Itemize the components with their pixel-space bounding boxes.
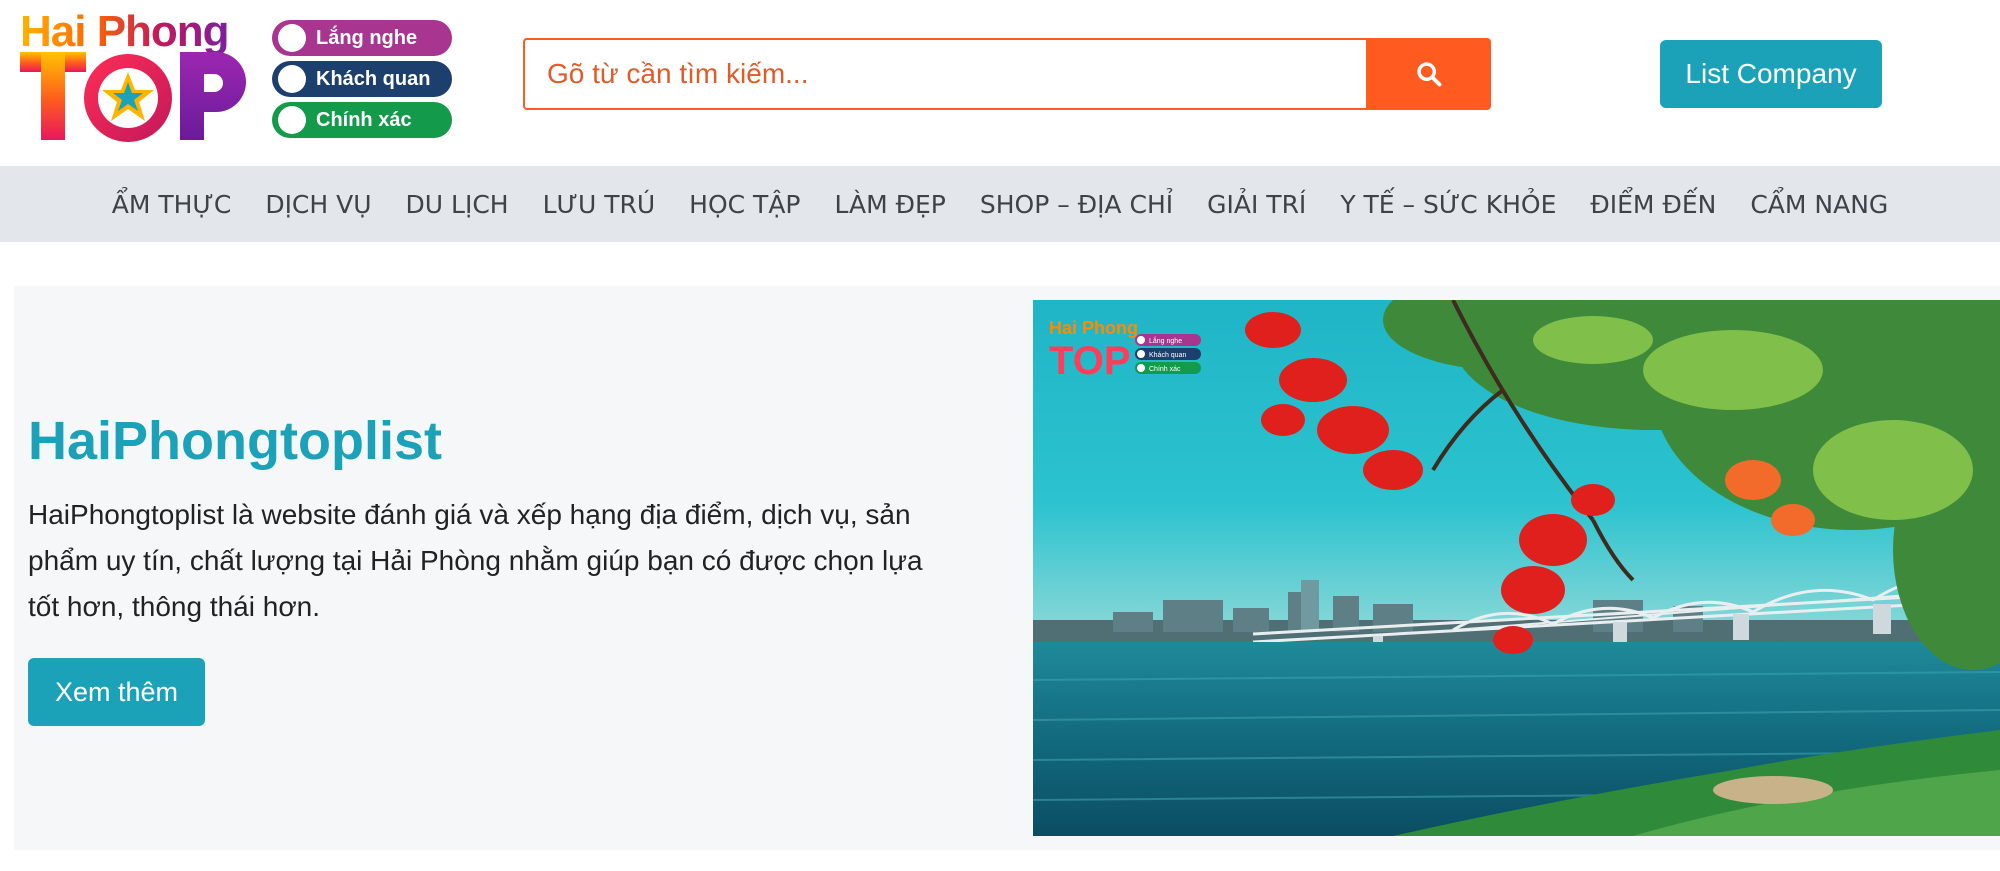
site-header: Hai Phong Lắng nghe Khách quan Chính xác… bbox=[0, 0, 2000, 166]
nav-item-lam-dep[interactable]: LÀM ĐẸP bbox=[835, 190, 946, 219]
logo-pills: Lắng nghe Khách quan Chính xác bbox=[272, 20, 452, 143]
list-company-button[interactable]: List Company bbox=[1660, 40, 1882, 108]
nav-item-y-te-suc-khoe[interactable]: Y TẾ – SỨC KHỎE bbox=[1340, 190, 1556, 219]
search-bar bbox=[523, 38, 1491, 110]
hero-description: HaiPhongtoplist là website đánh giá và x… bbox=[28, 499, 923, 622]
logo-pill: Chính xác bbox=[272, 102, 452, 138]
image-watermark-logo: Hai Phong TOP Lắng nghe Khách quan Chính… bbox=[1049, 314, 1209, 387]
svg-text:Hai Phong: Hai Phong bbox=[1049, 318, 1138, 338]
svg-text:Lắng nghe: Lắng nghe bbox=[1149, 336, 1182, 345]
svg-text:Chính xác: Chính xác bbox=[1149, 366, 1181, 373]
logo-pill: Khách quan bbox=[272, 61, 452, 97]
read-more-button[interactable]: Xem thêm bbox=[28, 658, 205, 726]
search-input[interactable] bbox=[523, 38, 1366, 110]
nav-item-dich-vu[interactable]: DỊCH VỤ bbox=[265, 190, 371, 219]
nav-item-du-lich[interactable]: DU LỊCH bbox=[406, 190, 509, 219]
nav-item-diem-den[interactable]: ĐIỂM ĐẾN bbox=[1590, 190, 1716, 219]
hero-section: HaiPhongtoplist HaiPhongtoplist là websi… bbox=[14, 286, 2000, 850]
main-nav: ẨM THỰC DỊCH VỤ DU LỊCH LƯU TRÚ HỌC TẬP … bbox=[0, 166, 2000, 242]
hero-image: Hai Phong TOP Lắng nghe Khách quan Chính… bbox=[1033, 300, 2000, 836]
search-icon bbox=[1416, 62, 1441, 87]
svg-text:Khách quan: Khách quan bbox=[1149, 352, 1186, 359]
logo-pill: Lắng nghe bbox=[272, 20, 452, 56]
nav-item-luu-tru[interactable]: LƯU TRÚ bbox=[543, 190, 656, 219]
logo-top-mark bbox=[20, 52, 246, 142]
search-button[interactable] bbox=[1366, 38, 1491, 110]
nav-item-shop-dia-chi[interactable]: SHOP – ĐỊA CHỈ bbox=[980, 190, 1173, 219]
nav-item-giai-tri[interactable]: GIẢI TRÍ bbox=[1207, 190, 1306, 219]
hero-title: HaiPhongtoplist bbox=[28, 411, 442, 471]
nav-item-am-thuc[interactable]: ẨM THỰC bbox=[112, 190, 232, 219]
nav-item-cam-nang[interactable]: CẨM NANG bbox=[1750, 190, 1888, 219]
nav-item-hoc-tap[interactable]: HỌC TẬP bbox=[689, 190, 800, 219]
site-logo[interactable]: Hai Phong Lắng nghe Khách quan Chính xác bbox=[20, 8, 460, 143]
svg-text:TOP: TOP bbox=[1049, 339, 1131, 382]
